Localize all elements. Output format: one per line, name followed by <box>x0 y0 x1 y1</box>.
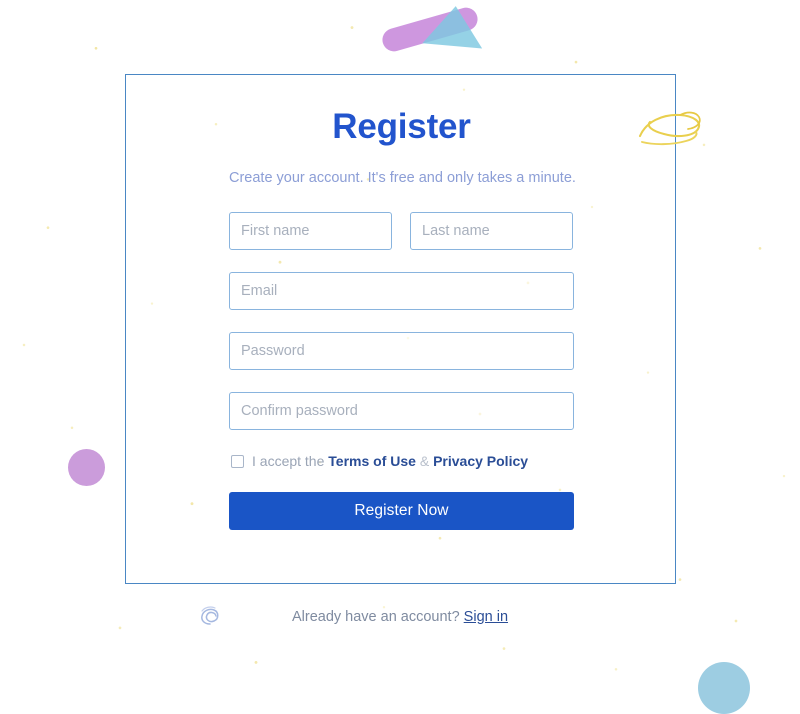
terms-prefix-label: I accept the <box>252 453 325 470</box>
register-form: I accept the Terms of Use & Privacy Poli… <box>229 212 574 531</box>
first-name-input[interactable] <box>229 212 392 251</box>
blue-circle-shape <box>698 662 750 714</box>
confirm-password-input[interactable] <box>229 392 574 431</box>
signin-prompt-label: Already have an account? <box>291 609 460 625</box>
terms-text-group: I accept the Terms of Use & Privacy Poli… <box>252 454 528 468</box>
purple-capsule-shape <box>379 4 481 55</box>
password-field-row <box>229 332 574 371</box>
name-fields-row <box>229 212 574 251</box>
register-card: Register Create your account. It's free … <box>125 74 676 584</box>
register-form-container: Register Create your account. It's free … <box>229 107 576 531</box>
purple-circle-shape <box>68 449 105 486</box>
blue-triangle-shape <box>422 3 486 49</box>
confirm-password-field-row <box>229 392 574 431</box>
email-field-row <box>229 272 574 311</box>
register-now-button[interactable]: Register Now <box>229 492 574 531</box>
page-subtitle: Create your account. It's free and only … <box>229 169 576 186</box>
sign-in-link[interactable]: Sign in <box>464 609 508 625</box>
signin-footer: Already have an account? Sign in <box>0 609 800 625</box>
accept-terms-checkbox[interactable] <box>231 454 244 468</box>
page-title: Register <box>332 107 471 146</box>
email-input[interactable] <box>229 272 574 311</box>
terms-separator: & <box>419 453 430 470</box>
privacy-policy-link[interactable]: Privacy Policy <box>433 453 528 469</box>
last-name-input[interactable] <box>410 212 573 251</box>
terms-of-use-link[interactable]: Terms of Use <box>328 453 416 469</box>
terms-acceptance-row: I accept the Terms of Use & Privacy Poli… <box>229 454 574 468</box>
password-input[interactable] <box>229 332 574 371</box>
